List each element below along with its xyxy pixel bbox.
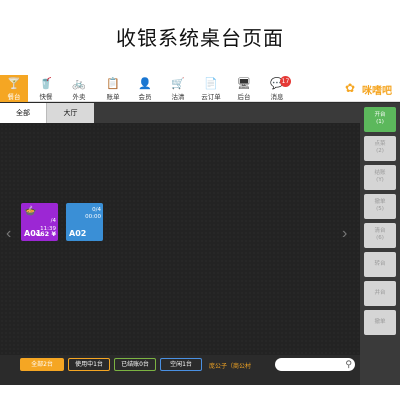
nav-item-fast-food[interactable]: 🥤 快餐 xyxy=(32,75,60,102)
nav-item-takeout[interactable]: 🚲 外卖 xyxy=(65,75,93,102)
page-heading: 收银系统桌台页面 xyxy=(116,26,284,50)
monitor-icon: 🖥 xyxy=(237,77,251,90)
staff-label: 庞公子（商公村 xyxy=(209,363,252,370)
nav-label: 后台 xyxy=(237,93,251,101)
message-count-badge: 17 xyxy=(280,76,291,87)
clear-table-button[interactable]: 清台 (6) xyxy=(364,223,396,248)
open-table-button[interactable]: 开台 (1) xyxy=(364,107,396,132)
button-label: 开台 xyxy=(374,112,386,118)
table-name: A02 xyxy=(69,229,87,238)
transfer-table-button[interactable]: 转台 xyxy=(364,252,396,277)
order-dishes-button[interactable]: 点菜 (2) xyxy=(364,136,396,161)
nav-item-messages[interactable]: 💬 消息 17 xyxy=(263,75,291,102)
nav-label: 账单 xyxy=(106,93,120,101)
bike-icon: 🚲 xyxy=(72,77,86,90)
tab-hall[interactable]: 大厅 xyxy=(46,103,94,123)
filter-all-button[interactable]: 全部2台 xyxy=(20,358,64,371)
nav-label: 外卖 xyxy=(72,93,86,101)
nav-label: 云订单 xyxy=(201,93,221,101)
table-guest-count: /4 xyxy=(50,218,56,224)
button-label: 清台 xyxy=(374,228,386,234)
button-label: 撤单 xyxy=(374,319,386,325)
nav-item-backend[interactable]: 🖥 后台 xyxy=(230,75,258,102)
top-nav-bar: 🍸 餐台 🥤 快餐 🚲 外卖 📋 账单 👤 会员 🛒 沽清 📄 云订单 🖥 后台… xyxy=(0,75,400,102)
clipboard-icon: 📋 xyxy=(106,77,120,90)
filter-idle-button[interactable]: 空闲1台 xyxy=(160,358,202,371)
nav-item-sold-out[interactable]: 🛒 沽清 xyxy=(164,75,192,102)
button-shortcut: (5) xyxy=(376,206,384,212)
action-sidebar: 开台 (1) 点菜 (2) 结账 (Y) 撤单 (5) 清台 (6) 转台 并台… xyxy=(360,103,400,385)
cancel-order-button[interactable]: 撤单 (5) xyxy=(364,194,396,219)
dining-bowl-icon: 🍲 xyxy=(24,206,37,217)
button-shortcut: (2) xyxy=(376,148,384,154)
checkout-button[interactable]: 结账 (Y) xyxy=(364,165,396,190)
logo-icon: ✿ xyxy=(345,81,356,95)
button-label: 撤单 xyxy=(374,199,386,205)
table-card-a02[interactable]: 0/4 00:00 A02 xyxy=(66,203,103,241)
user-icon: 👤 xyxy=(138,77,152,90)
brand-logo-text: 咪嗜吧 xyxy=(362,86,392,97)
search-input[interactable]: ⚲ xyxy=(275,358,355,371)
button-shortcut: (1) xyxy=(376,119,384,125)
button-label: 结账 xyxy=(374,170,386,176)
chevron-left-icon[interactable]: ‹ xyxy=(6,225,11,243)
nav-label: 快餐 xyxy=(39,93,53,101)
document-icon: 📄 xyxy=(204,77,218,90)
nav-label: 餐台 xyxy=(7,93,21,101)
filter-settled-button[interactable]: 已结账0台 xyxy=(114,358,156,371)
nav-label: 沽清 xyxy=(171,93,185,101)
cart-icon: 🛒 xyxy=(171,77,185,90)
tab-all[interactable]: 全部 xyxy=(0,103,46,123)
table-card-a01[interactable]: 🍲 /4 11:39 A01 462 ¥ xyxy=(21,203,58,241)
button-shortcut: (Y) xyxy=(376,177,384,183)
bottom-filter-bar: 全部2台 使用中1台 已结账0台 空闲1台 庞公子（商公村 ⚲ xyxy=(0,355,360,385)
area-tabs: 全部 大厅 xyxy=(0,103,360,123)
nav-item-cloud-orders[interactable]: 📄 云订单 xyxy=(197,75,225,102)
button-shortcut: (6) xyxy=(376,235,384,241)
merge-table-button[interactable]: 并台 xyxy=(364,281,396,306)
filter-in-use-button[interactable]: 使用中1台 xyxy=(68,358,110,371)
button-label: 点菜 xyxy=(374,141,386,147)
nav-item-bills[interactable]: 📋 账单 xyxy=(99,75,127,102)
nav-item-tables[interactable]: 🍸 餐台 xyxy=(0,75,28,102)
table-open-time: 00:00 xyxy=(85,214,101,220)
drink-icon: 🥤 xyxy=(39,77,53,90)
nav-item-members[interactable]: 👤 会员 xyxy=(131,75,159,102)
cocktail-icon: 🍸 xyxy=(7,77,21,90)
button-label: 转台 xyxy=(374,261,386,267)
nav-label: 会员 xyxy=(138,93,152,101)
search-icon[interactable]: ⚲ xyxy=(345,358,352,371)
table-guest-count: 0/4 xyxy=(92,207,101,213)
revoke-button[interactable]: 撤单 xyxy=(364,310,396,335)
chevron-right-icon[interactable]: › xyxy=(342,225,347,243)
table-amount: 462 ¥ xyxy=(35,230,56,238)
nav-label: 消息 xyxy=(270,93,284,101)
button-label: 并台 xyxy=(374,290,386,296)
pos-app-window: 🍸 餐台 🥤 快餐 🚲 外卖 📋 账单 👤 会员 🛒 沽清 📄 云订单 🖥 后台… xyxy=(0,75,400,385)
